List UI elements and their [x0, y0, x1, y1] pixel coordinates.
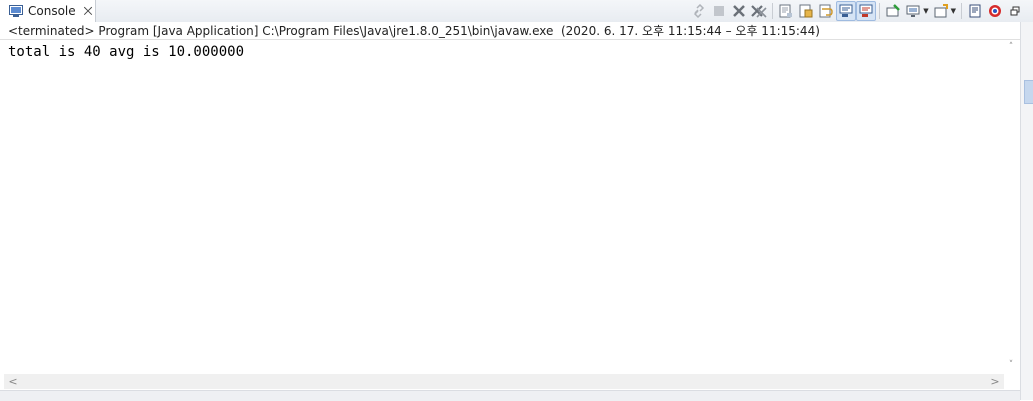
word-wrap-icon[interactable]	[816, 1, 836, 21]
console-output[interactable]: total is 40 avg is 10.000000	[8, 42, 998, 372]
pin-console-icon[interactable]	[883, 1, 903, 21]
scroll-lock-icon[interactable]	[796, 1, 816, 21]
remove-launch-icon[interactable]	[729, 1, 749, 21]
toolbar-separator	[879, 3, 881, 19]
display-selected-console-icon[interactable]	[903, 1, 923, 21]
open-console-icon[interactable]	[931, 1, 951, 21]
show-on-stderr-icon[interactable]	[856, 1, 877, 21]
chevron-down-icon[interactable]: ▼	[951, 7, 956, 15]
scroll-up-icon[interactable]: ˄	[1004, 40, 1018, 54]
toolbar-separator	[961, 3, 962, 19]
side-panel-strip	[1020, 22, 1033, 400]
console-toolbar: ▼ ▼	[689, 1, 1025, 21]
console-tab[interactable]: Console ⨉	[0, 0, 96, 22]
console-icon	[8, 3, 24, 19]
link-icon[interactable]	[689, 1, 709, 21]
horizontal-scrollbar[interactable]: < >	[4, 374, 1004, 389]
clear-console-icon[interactable]	[776, 1, 796, 21]
view-tab-bar: Console ⨉ ▼ ▼	[0, 0, 1033, 22]
show-on-stdout-icon[interactable]	[836, 1, 857, 21]
toolbar-separator	[772, 3, 774, 19]
target-icon[interactable]	[985, 1, 1005, 21]
vertical-scrollbar[interactable]: ˄ ˅	[1004, 40, 1018, 372]
side-panel-marker[interactable]	[1024, 80, 1033, 104]
sign-icon[interactable]	[965, 1, 985, 21]
scroll-right-icon[interactable]: >	[988, 374, 1002, 389]
remove-all-terminated-icon[interactable]	[749, 1, 769, 21]
console-process-header: <terminated> Program [Java Application] …	[0, 22, 1022, 40]
close-icon[interactable]: ⨉	[84, 6, 93, 17]
stop-icon[interactable]	[709, 1, 729, 21]
scroll-left-icon[interactable]: <	[6, 374, 20, 389]
bottom-panel-strip	[0, 390, 1020, 401]
minimize-icon[interactable]	[1005, 1, 1025, 21]
console-tab-label: Console	[28, 4, 76, 18]
scroll-down-icon[interactable]: ˅	[1004, 358, 1018, 372]
chevron-down-icon[interactable]: ▼	[923, 7, 928, 15]
